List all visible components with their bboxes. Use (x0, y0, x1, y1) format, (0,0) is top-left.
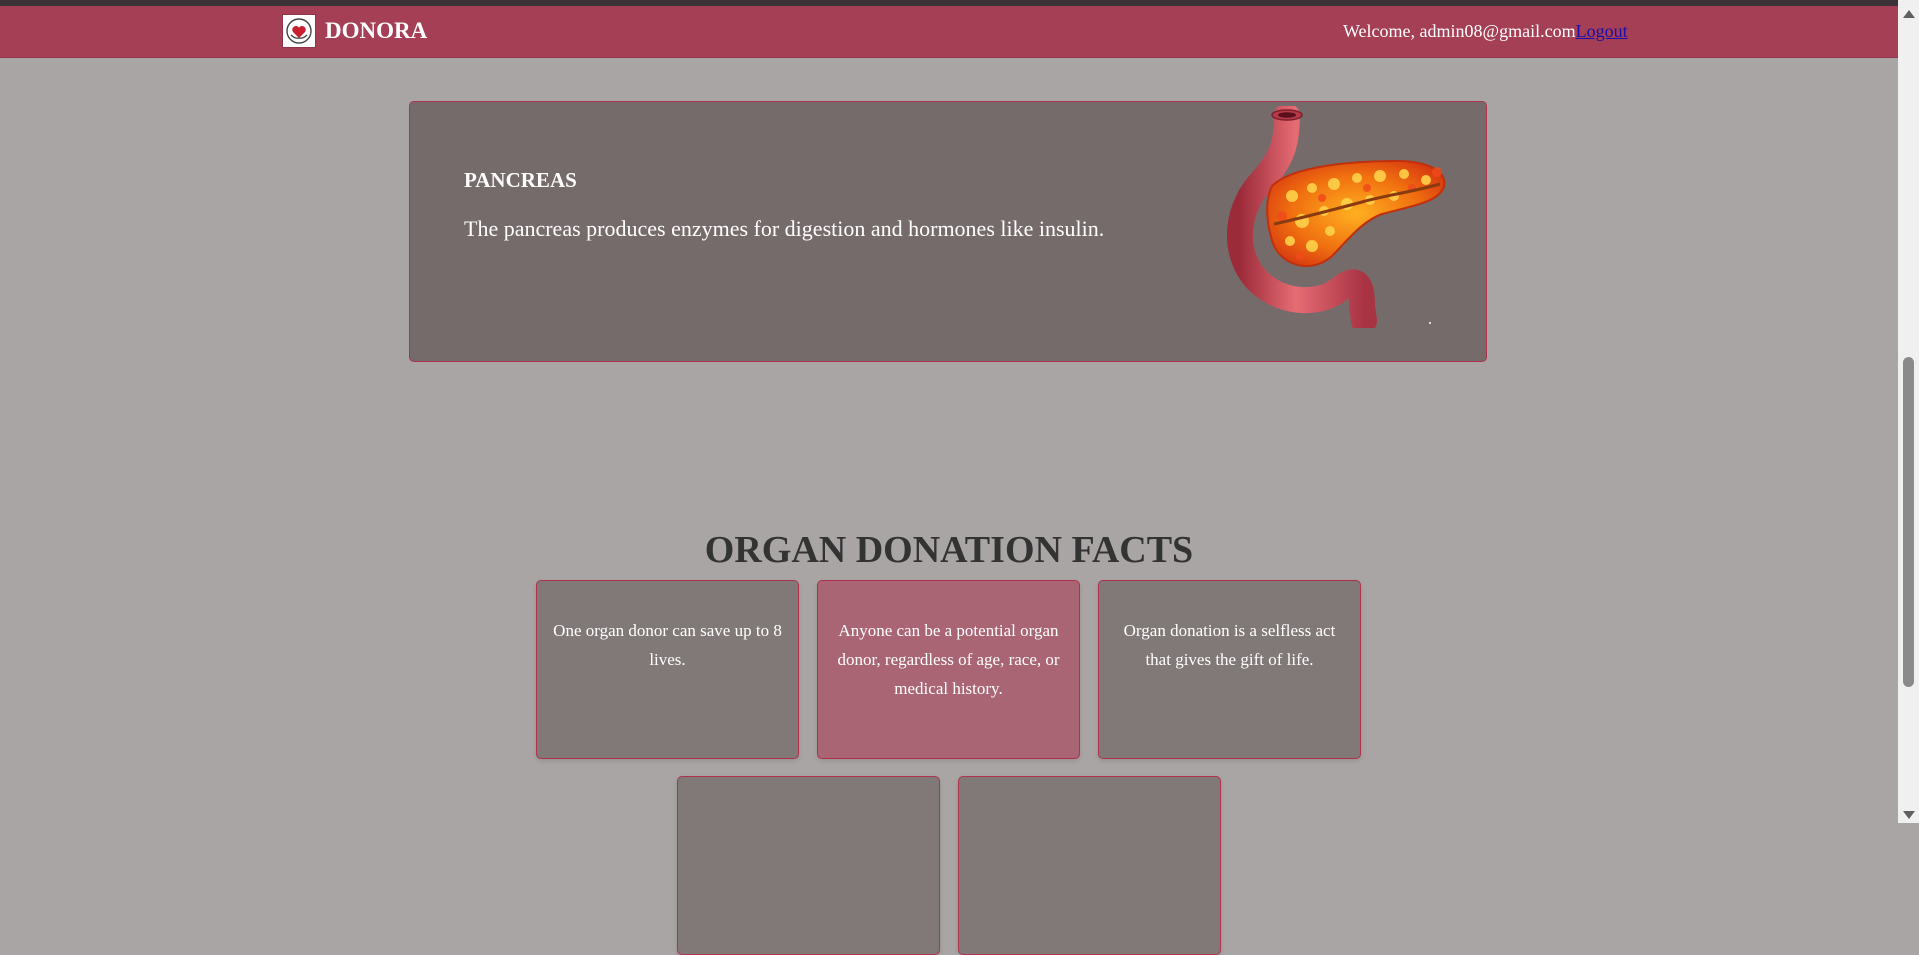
fact-card-3: Organ donation is a selfless act that gi… (1098, 580, 1361, 759)
navbar: DONORA Welcome, admin08@gmail.comLogout (0, 6, 1898, 58)
fact-card-1: One organ donor can save up to 8 lives. (536, 580, 799, 759)
scrollbar-thumb[interactable] (1903, 357, 1914, 687)
vertical-scrollbar[interactable] (1898, 0, 1919, 823)
organ-dot (1429, 322, 1431, 324)
organ-description: The pancreas produces enzymes for digest… (464, 216, 1105, 241)
welcome-text: Welcome, admin08@gmail.com (1343, 21, 1576, 41)
facts-heading: ORGAN DONATION FACTS (704, 528, 1194, 571)
fact-card-4 (677, 776, 940, 955)
scroll-down-arrow-icon[interactable] (1903, 811, 1915, 819)
logout-link[interactable]: Logout (1576, 21, 1628, 41)
pancreas-image (1227, 106, 1446, 328)
fact-card-5 (958, 776, 1221, 955)
user-area: Welcome, admin08@gmail.comLogout (1343, 21, 1628, 42)
brand[interactable]: DONORA (282, 14, 427, 48)
brand-name: DONORA (325, 18, 428, 43)
fact-card-2: Anyone can be a potential organ donor, r… (817, 580, 1080, 759)
organ-title: PANCREAS (464, 168, 577, 192)
scroll-up-arrow-icon[interactable] (1903, 10, 1915, 18)
organ-info-card: PANCREAS The pancreas produces enzymes f… (409, 101, 1487, 362)
donora-logo-icon (282, 14, 316, 48)
